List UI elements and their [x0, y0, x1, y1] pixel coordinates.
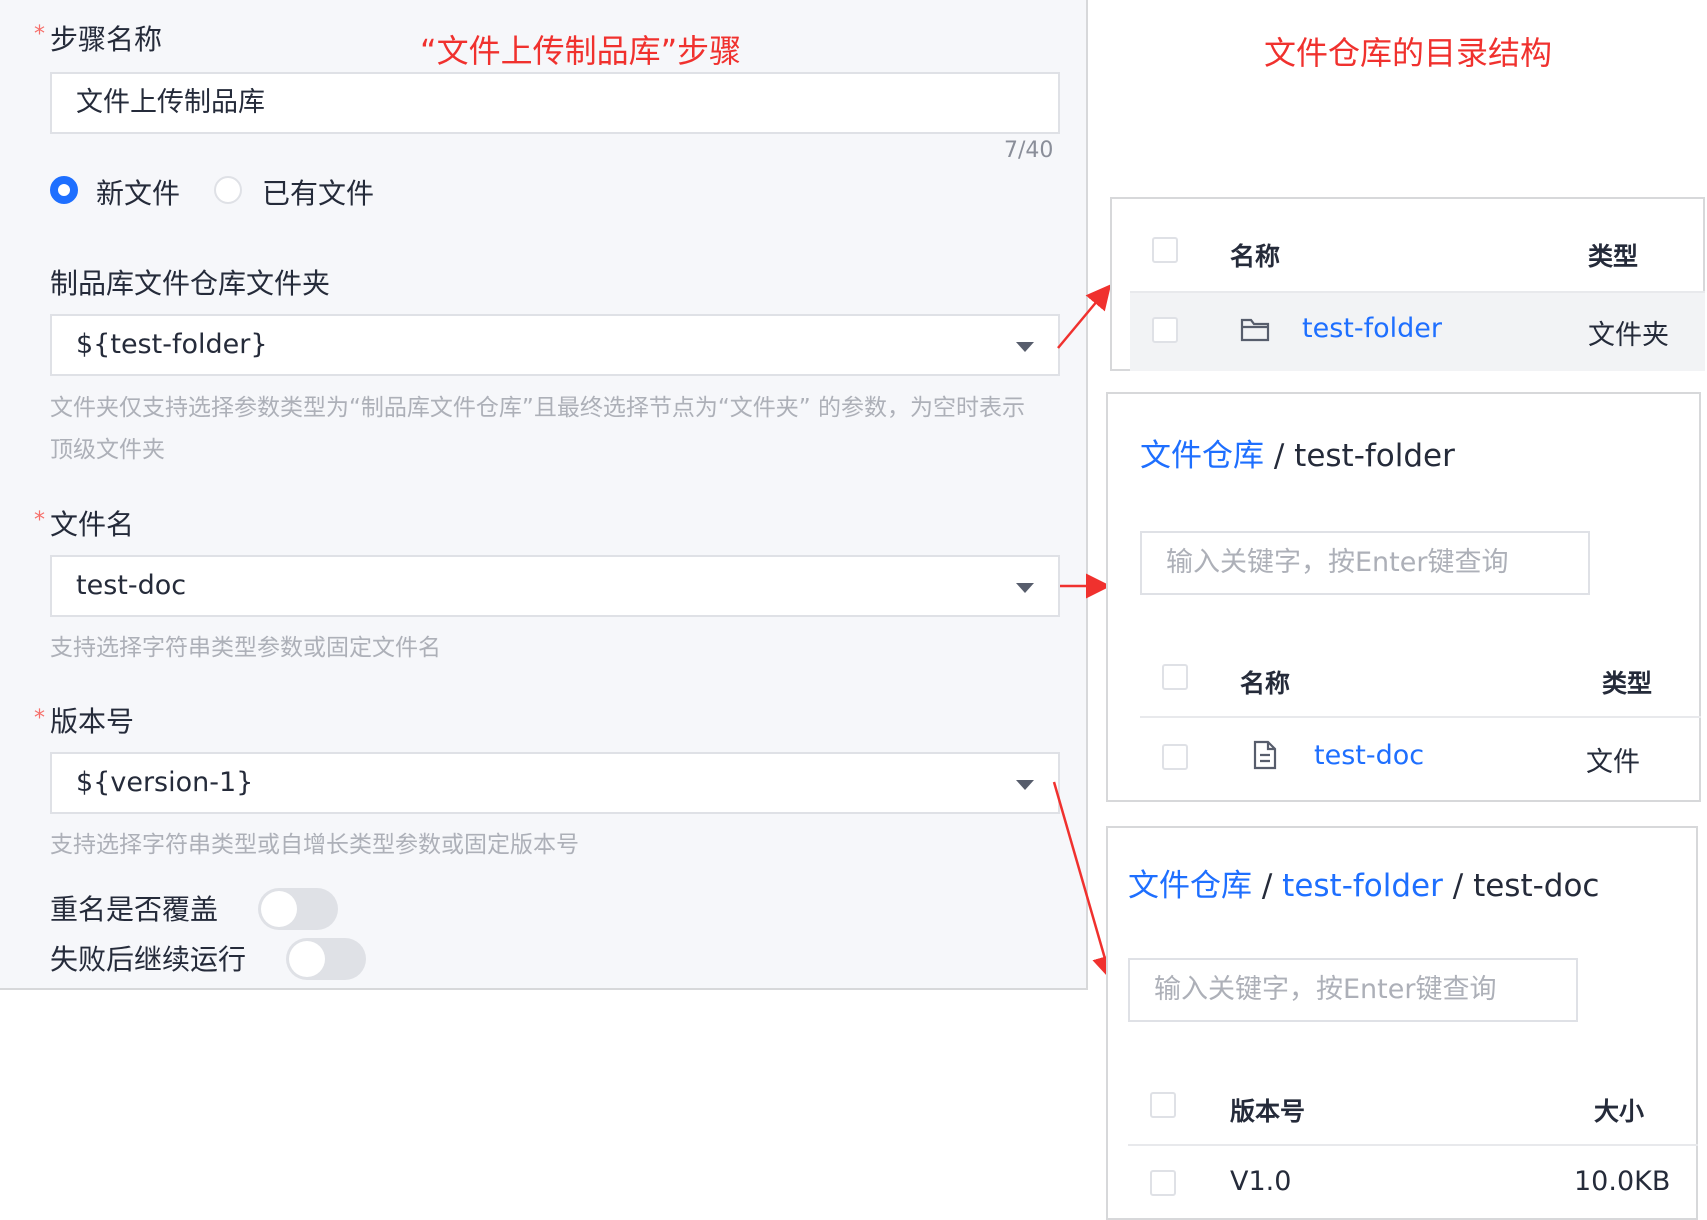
search-input[interactable]: 输入关键字，按Enter键查询 [1140, 531, 1590, 595]
breadcrumb-root-link[interactable]: 文件仓库 [1140, 438, 1264, 474]
file-versions-panel: 文件仓库 / test-folder / test-doc 输入关键字，按Ent… [1106, 826, 1698, 1220]
row-checkbox[interactable] [1152, 317, 1178, 343]
breadcrumb-current: test-doc [1473, 868, 1600, 904]
breadcrumb-separator: / [1273, 438, 1285, 474]
document-icon [1253, 740, 1277, 770]
folder-icon [1240, 318, 1270, 342]
row-name-link[interactable]: test-folder [1302, 313, 1442, 344]
column-header-type: 类型 [1602, 669, 1653, 698]
folder-contents-panel: 文件仓库 / test-folder 输入关键字，按Enter键查询 名称 类型… [1106, 392, 1701, 802]
breadcrumb-root-link[interactable]: 文件仓库 [1128, 868, 1252, 904]
arrow-version [1052, 781, 1117, 981]
breadcrumb-folder-link[interactable]: test-folder [1282, 868, 1443, 904]
table-row[interactable]: test-doc 文件 [1140, 718, 1701, 798]
select-all-checkbox[interactable] [1152, 237, 1178, 263]
table-row[interactable]: test-folder 文件夹 [1130, 293, 1705, 371]
select-all-checkbox[interactable] [1150, 1092, 1176, 1118]
table-row[interactable]: V1.0 10.0KB [1128, 1146, 1698, 1220]
search-placeholder: 输入关键字，按Enter键查询 [1154, 974, 1497, 1005]
row-name-link[interactable]: test-doc [1314, 740, 1424, 771]
column-header-name: 名称 [1230, 242, 1281, 271]
row-checkbox[interactable] [1162, 744, 1188, 770]
search-input[interactable]: 输入关键字，按Enter键查询 [1128, 958, 1578, 1022]
row-version: V1.0 [1230, 1166, 1292, 1197]
breadcrumb: 文件仓库 / test-folder [1140, 430, 1455, 475]
repo-root-panel: 名称 类型 test-folder 文件夹 [1110, 197, 1705, 371]
arrow-folder [1057, 284, 1112, 349]
row-checkbox[interactable] [1150, 1170, 1176, 1196]
search-placeholder: 输入关键字，按Enter键查询 [1166, 547, 1509, 578]
breadcrumb-separator: / [1261, 868, 1273, 904]
breadcrumb-current: test-folder [1294, 438, 1455, 474]
row-size: 10.0KB [1574, 1166, 1671, 1197]
breadcrumb: 文件仓库 / test-folder / test-doc [1128, 860, 1599, 905]
breadcrumb-separator: / [1452, 868, 1464, 904]
column-header-version: 版本号 [1230, 1097, 1306, 1126]
row-type: 文件夹 [1588, 320, 1669, 351]
column-header-size: 大小 [1594, 1097, 1645, 1126]
column-header-name: 名称 [1240, 669, 1291, 698]
select-all-checkbox[interactable] [1162, 664, 1188, 690]
column-header-type: 类型 [1588, 242, 1639, 271]
row-type: 文件 [1586, 747, 1640, 778]
